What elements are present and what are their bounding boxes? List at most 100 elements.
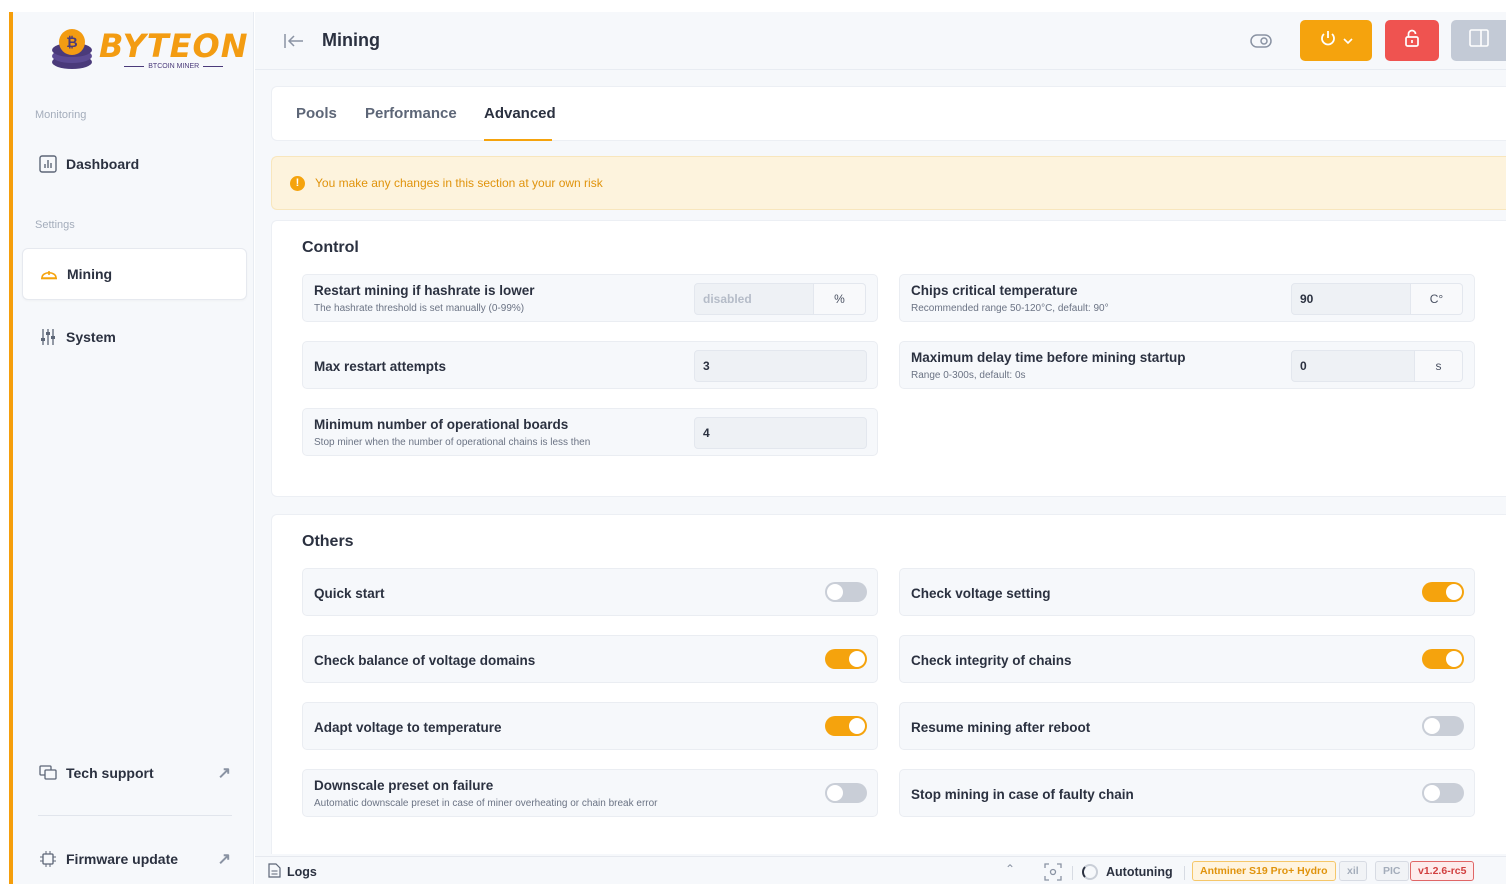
- toggle-row-integrity-chains: Check integrity of chains: [899, 635, 1475, 683]
- tab-pools[interactable]: Pools: [296, 105, 337, 122]
- restart-hashrate-row: Restart mining if hashrate is lower The …: [302, 274, 878, 322]
- chips-temp-input[interactable]: 90: [1291, 283, 1411, 315]
- toggle-row-downscale-preset: Downscale preset on failure Automatic do…: [302, 769, 878, 817]
- sidebar-divider: [38, 815, 232, 816]
- brand-logo[interactable]: ₿ BYTEON BTCOIN MINER: [49, 22, 247, 76]
- unit-label: s: [1415, 350, 1463, 382]
- tab-performance[interactable]: Performance: [365, 105, 457, 122]
- power-menu-button[interactable]: [1300, 20, 1372, 61]
- min-boards-row: Minimum number of operational boards Sto…: [302, 408, 878, 456]
- toggle-row-stop-faulty-chain: Stop mining in case of faulty chain: [899, 769, 1475, 817]
- sidebar-item-tech-support[interactable]: Tech support ↗: [22, 747, 247, 799]
- active-tab-indicator: [484, 139, 552, 141]
- field-description: Range 0-300s, default: 0s: [911, 370, 1026, 381]
- unlock-button[interactable]: [1385, 20, 1439, 61]
- logs-button[interactable]: Logs: [268, 863, 317, 881]
- adapt-voltage-toggle[interactable]: [825, 716, 867, 736]
- status-bar: Logs ⌃ Autotuning Antminer S19 Pro+ Hydr…: [255, 856, 1506, 884]
- brand-name: BYTEON: [99, 26, 249, 65]
- coin-stack-icon: ₿: [49, 26, 95, 72]
- document-icon: [268, 863, 281, 881]
- visibility-toggle-icon[interactable]: [1249, 32, 1273, 50]
- others-card: Others Quick start Check voltage setting…: [271, 514, 1506, 854]
- tab-advanced[interactable]: Advanced: [484, 105, 556, 122]
- model-badge: Antminer S19 Pro+ Hydro: [1192, 861, 1336, 881]
- sidebar: ₿ BYTEON BTCOIN MINER Monitoring Dashboa…: [13, 12, 254, 884]
- hashrate-threshold-input[interactable]: disabled: [694, 283, 814, 315]
- tabs: Pools Performance Advanced: [271, 86, 1506, 141]
- section-settings: Settings: [35, 219, 75, 231]
- warning-text: You make any changes in this section at …: [315, 176, 603, 190]
- field-description: Stop miner when the number of operationa…: [314, 437, 591, 448]
- toggle-row-check-voltage: Check voltage setting: [899, 568, 1475, 616]
- max-restart-row: Max restart attempts 3: [302, 341, 878, 389]
- sidebar-item-firmware-update[interactable]: Firmware update ↗: [22, 833, 247, 884]
- sidebar-item-label: System: [66, 329, 116, 345]
- toggle-label: Check balance of voltage domains: [314, 653, 536, 668]
- chevron-up-icon[interactable]: ⌃: [1005, 862, 1015, 876]
- logs-label: Logs: [287, 865, 317, 879]
- field-description: The hashrate threshold is set manually (…: [314, 303, 525, 314]
- power-icon: [1319, 29, 1337, 52]
- sidebar-item-dashboard[interactable]: Dashboard: [22, 138, 247, 190]
- external-link-icon: ↗: [217, 851, 231, 868]
- balance-voltage-toggle[interactable]: [825, 649, 867, 669]
- page-title: Mining: [322, 30, 380, 50]
- toggle-label: Adapt voltage to temperature: [314, 720, 502, 735]
- unit-label: C°: [1411, 283, 1463, 315]
- sidebar-item-label: Mining: [67, 266, 113, 282]
- toggle-label: Stop mining in case of faulty chain: [911, 787, 1134, 802]
- chips-temp-row: Chips critical temperature Recommended r…: [899, 274, 1475, 322]
- field-description: Recommended range 50-120°C, default: 90°: [911, 303, 1109, 314]
- control-title: Control: [302, 239, 359, 256]
- external-link-icon: ↗: [217, 765, 231, 782]
- toggle-label: Check voltage setting: [911, 586, 1051, 601]
- field-label: Maximum delay time before mining startup: [911, 350, 1186, 365]
- downscale-preset-toggle[interactable]: [825, 783, 867, 803]
- stop-faulty-chain-toggle[interactable]: [1422, 783, 1464, 803]
- field-label: Chips critical temperature: [911, 283, 1078, 298]
- field-label: Restart mining if hashrate is lower: [314, 283, 535, 298]
- chat-icon: [38, 763, 58, 783]
- sidebar-item-label: Tech support: [66, 765, 154, 781]
- toggle-row-quick-start: Quick start: [302, 568, 878, 616]
- toggle-row-adapt-voltage: Adapt voltage to temperature: [302, 702, 878, 750]
- quick-start-toggle[interactable]: [825, 582, 867, 602]
- svg-text:₿: ₿: [66, 35, 77, 51]
- toggle-description: Automatic downscale preset in case of mi…: [314, 798, 658, 809]
- toggle-label: Quick start: [314, 586, 385, 601]
- field-label: Minimum number of operational boards: [314, 417, 569, 432]
- warning-banner: ! You make any changes in this section a…: [271, 156, 1506, 210]
- panel-icon: [1468, 29, 1489, 52]
- unlock-icon: [1403, 28, 1421, 53]
- warning-icon: !: [290, 175, 305, 191]
- toggle-row-resume-mining: Resume mining after reboot: [899, 702, 1475, 750]
- resume-mining-toggle[interactable]: [1422, 716, 1464, 736]
- focus-icon[interactable]: [1044, 863, 1062, 881]
- sidebar-item-label: Firmware update: [66, 851, 179, 867]
- helmet-icon: [39, 264, 59, 284]
- max-delay-input[interactable]: 0: [1291, 350, 1415, 382]
- collapse-sidebar-icon[interactable]: [283, 31, 305, 51]
- sidebar-item-label: Dashboard: [66, 156, 140, 172]
- autotuning-label: Autotuning: [1106, 865, 1173, 879]
- top-bar: Mining: [255, 12, 1506, 70]
- check-voltage-toggle[interactable]: [1422, 582, 1464, 602]
- sidebar-item-system[interactable]: System: [22, 311, 247, 363]
- unit-label: %: [814, 283, 866, 315]
- control-card: Control Restart mining if hashrate is lo…: [271, 220, 1506, 497]
- autotuning-status: Autotuning: [1082, 864, 1173, 880]
- max-delay-row: Maximum delay time before mining startup…: [899, 341, 1475, 389]
- toggle-label: Downscale preset on failure: [314, 778, 494, 793]
- integrity-chains-toggle[interactable]: [1422, 649, 1464, 669]
- toggle-row-balance-voltage: Check balance of voltage domains: [302, 635, 878, 683]
- toggle-panel-button[interactable]: [1451, 20, 1506, 61]
- sidebar-item-mining[interactable]: Mining: [22, 248, 247, 300]
- max-restart-input[interactable]: 3: [694, 350, 867, 382]
- xil-badge: xil: [1339, 861, 1367, 881]
- toggle-label: Check integrity of chains: [911, 653, 1072, 668]
- toggle-label: Resume mining after reboot: [911, 720, 1091, 735]
- chart-icon: [38, 154, 58, 174]
- min-boards-input[interactable]: 4: [694, 417, 867, 449]
- sliders-icon: [38, 327, 58, 347]
